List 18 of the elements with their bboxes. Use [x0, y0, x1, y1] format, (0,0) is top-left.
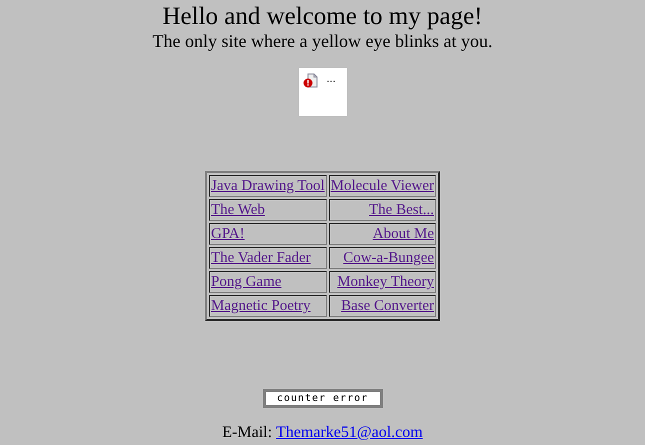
page-link[interactable]: The Best...	[369, 202, 434, 218]
page-link[interactable]: Java Drawing Tool	[210, 178, 325, 194]
page-subtitle: The only site where a yellow eye blinks at you.	[152, 31, 492, 51]
counter-error-image: counter error	[262, 389, 382, 408]
page-link[interactable]: Pong Game	[210, 274, 282, 290]
email-label: E-Mail:	[222, 424, 272, 442]
page-link[interactable]: The Web	[210, 202, 265, 218]
page-heading: Hello and welcome to my page!	[162, 3, 483, 31]
image-alt-text: ...	[326, 73, 336, 85]
page-link[interactable]: GPA!	[210, 226, 245, 242]
page-link[interactable]: The Vader Fader	[210, 250, 311, 266]
page-link[interactable]: Magnetic Poetry	[210, 298, 311, 314]
page-link[interactable]: About Me	[372, 226, 434, 242]
page-link[interactable]: Base Converter	[341, 298, 434, 314]
page-link[interactable]: Cow-a-Bungee	[343, 250, 434, 266]
email-link[interactable]: Themarke51@aol.com	[276, 424, 423, 442]
page-link[interactable]: Monkey Theory	[337, 274, 434, 290]
page-link[interactable]: Molecule Viewer	[330, 178, 434, 194]
